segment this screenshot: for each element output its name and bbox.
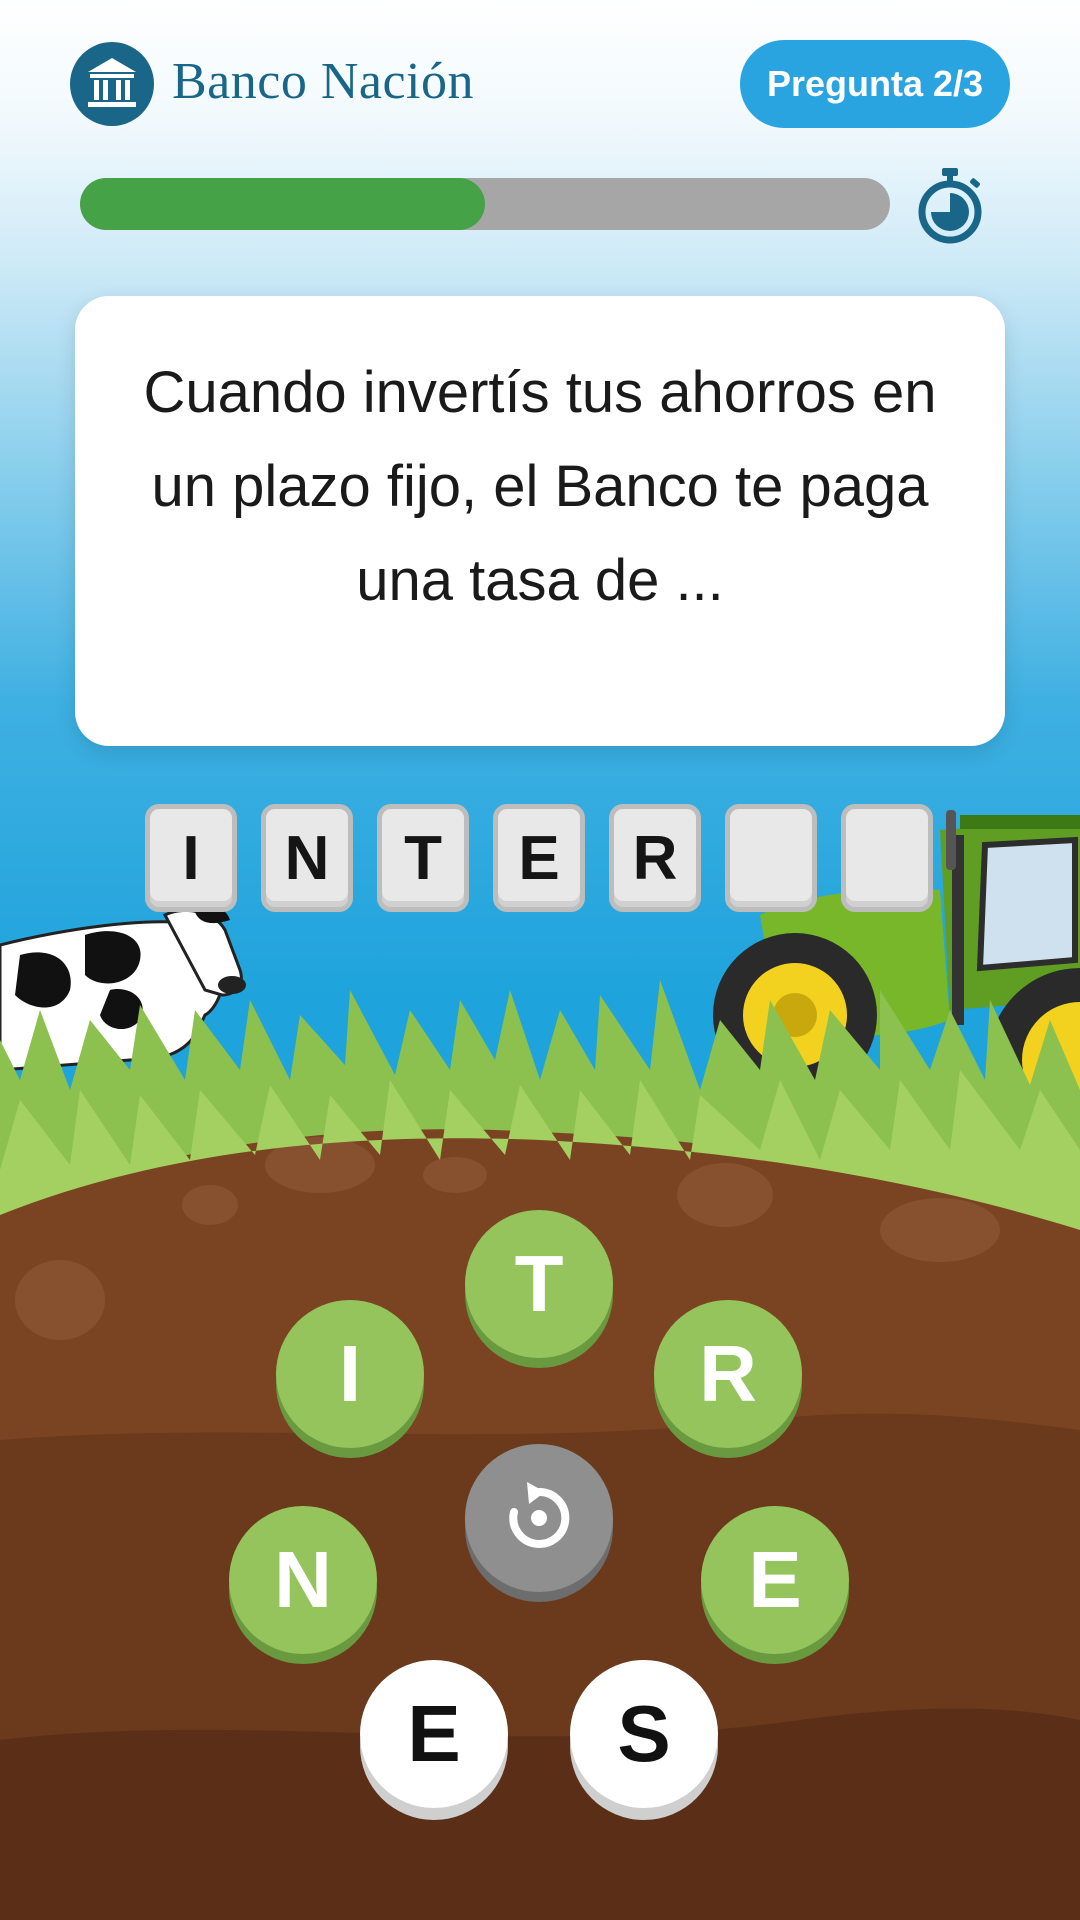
letter-button-t[interactable]: T — [465, 1210, 613, 1358]
answer-slot — [841, 804, 933, 912]
letter-button-e[interactable]: E — [701, 1506, 849, 1654]
answer-slot: I — [145, 804, 237, 912]
question-text: Cuando invertís tus ahorros en un plazo … — [143, 360, 937, 613]
question-card: Cuando invertís tus ahorros en un plazo … — [75, 296, 1005, 746]
answer-slot: N — [261, 804, 353, 912]
soil-deep-layer — [0, 1708, 1080, 1920]
answer-slot: E — [493, 804, 585, 912]
stopwatch-icon — [914, 164, 986, 244]
answer-slots: I N T E R — [145, 804, 935, 914]
reset-button[interactable] — [465, 1444, 613, 1592]
letter-button-r[interactable]: R — [654, 1300, 802, 1448]
rotate-reset-icon — [509, 1482, 570, 1548]
brand-name: Banco Nación — [172, 53, 475, 110]
letter-button-s-remaining[interactable]: S — [570, 1660, 718, 1808]
answer-slot: T — [377, 804, 469, 912]
question-counter-badge: Pregunta 2/3 — [740, 40, 1010, 128]
farm-scene — [0, 810, 1080, 1920]
letter-button-i[interactable]: I — [276, 1300, 424, 1448]
letter-button-e-remaining[interactable]: E — [360, 1660, 508, 1808]
letter-button-n[interactable]: N — [229, 1506, 377, 1654]
answer-slot — [725, 804, 817, 912]
answer-slot: R — [609, 804, 701, 912]
timer-progress-track — [80, 178, 890, 230]
bank-building-icon — [70, 42, 154, 126]
timer-progress-fill — [80, 178, 485, 230]
app-header: Banco Nación Pregunta 2/3 — [0, 0, 1080, 160]
